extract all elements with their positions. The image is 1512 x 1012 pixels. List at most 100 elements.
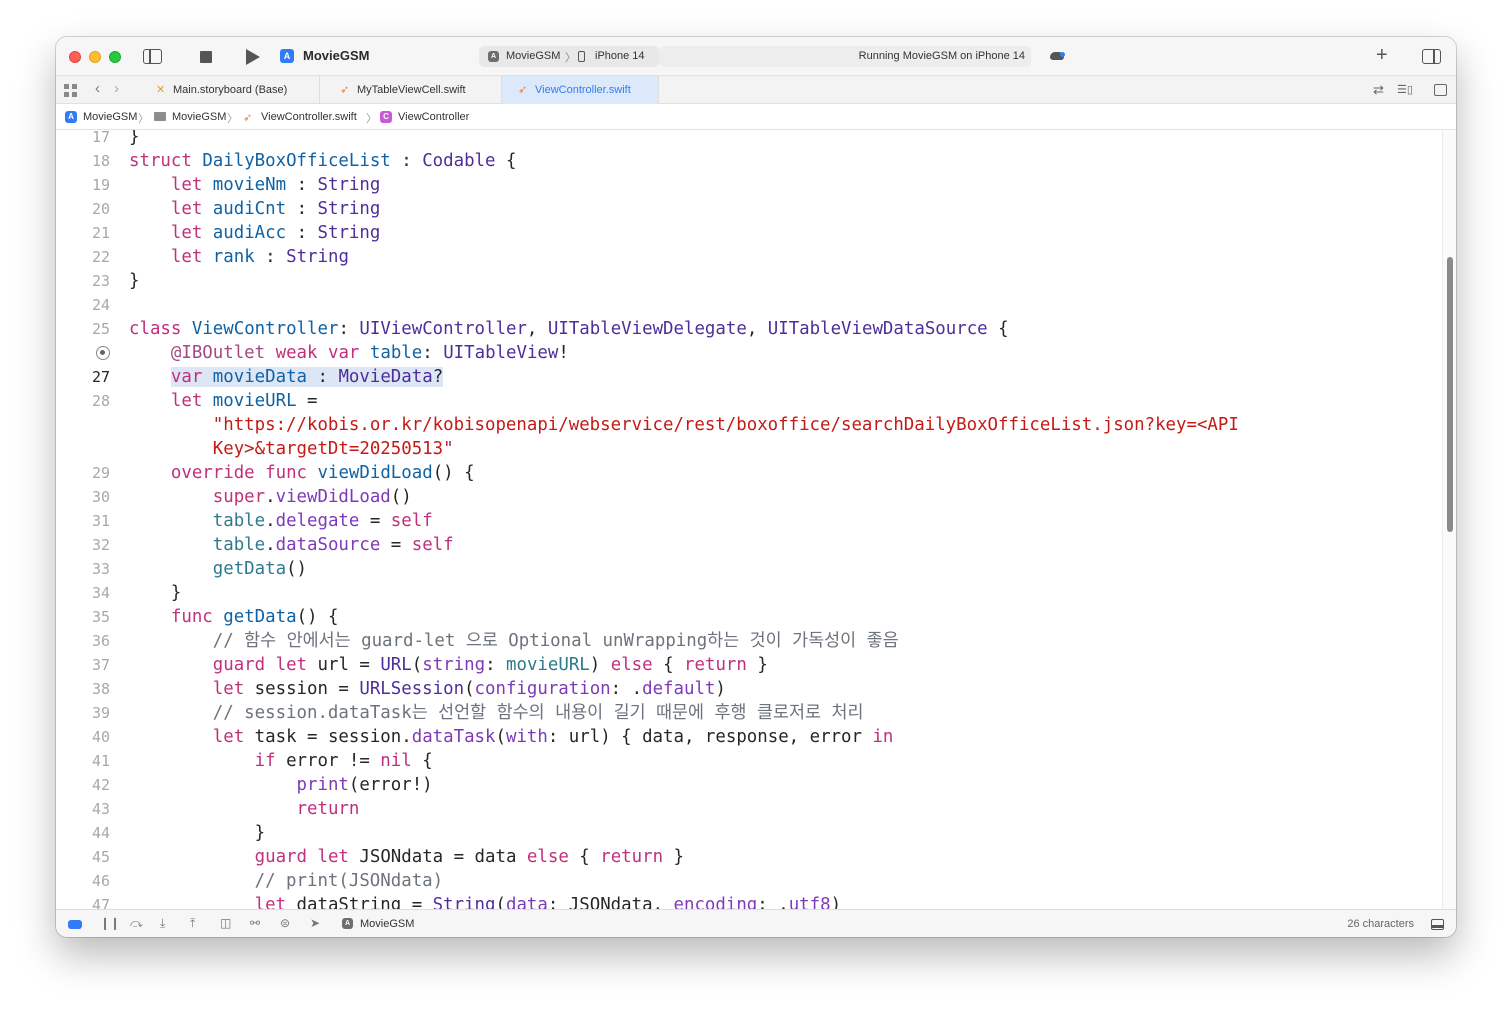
code-line: 21 let audiAcc : String — [56, 221, 1442, 245]
tab-label: Main.storyboard (Base) — [173, 84, 288, 96]
code-line: 46 // print(JSONdata) — [56, 869, 1442, 893]
navigator-toggle-icon[interactable] — [143, 49, 162, 64]
code-line: 31 table.delegate = self — [56, 509, 1442, 533]
inspector-toggle-icon[interactable] — [1422, 49, 1441, 64]
vertical-scrollbar[interactable] — [1442, 130, 1456, 909]
code-text: table.delegate = self — [212, 511, 433, 531]
tab-viewcontroller[interactable]: ➶ ViewController.swift — [502, 76, 659, 104]
step-into-icon[interactable]: ⤓ — [160, 916, 165, 931]
line-number: 39 — [91, 704, 110, 722]
tab-label: MyTableViewCell.swift — [357, 84, 466, 96]
app-icon: A — [342, 918, 353, 929]
code-text: let task = session.dataTask(with: url) {… — [212, 727, 894, 747]
line-number: 24 — [91, 296, 110, 314]
code-text: func getData() { — [170, 607, 339, 627]
add-icon[interactable]: + — [1376, 44, 1388, 66]
environment-overrides-icon[interactable]: ⊜ — [280, 916, 290, 930]
code-line: 29 override func viewDidLoad() { — [56, 461, 1442, 485]
status-text: Running MovieGSM on iPhone 14 — [858, 50, 1025, 62]
code-text: @IBOutlet weak var table: UITableView! — [170, 343, 569, 363]
code-line: 22 let rank : String — [56, 245, 1442, 269]
chevron-left-icon[interactable]: ‹ — [95, 80, 100, 97]
tab-bar: ‹ › ✕ Main.storyboard (Base) ➶ MyTableVi… — [56, 76, 1456, 104]
line-number: 43 — [91, 800, 110, 818]
breadcrumb-project[interactable]: MovieGSM — [83, 111, 137, 123]
swap-icon[interactable]: ⇄ — [1373, 82, 1384, 98]
scheme-app-label[interactable]: MovieGSM — [506, 50, 560, 62]
chevron-right-icon[interactable]: › — [114, 80, 119, 97]
code-text: } — [129, 271, 140, 291]
scrollbar-thumb[interactable] — [1447, 257, 1453, 532]
related-items-icon[interactable] — [64, 84, 77, 97]
code-line: 34 } — [56, 581, 1442, 605]
code-line: 38 let session = URLSession(configuratio… — [56, 677, 1442, 701]
line-number: 37 — [91, 656, 110, 674]
code-text: let dataString = String(data: JSONdata, … — [254, 895, 842, 909]
code-text: let audiCnt : String — [170, 199, 381, 219]
breadcrumb-file[interactable]: ViewController.swift — [261, 111, 357, 123]
scheme-selector[interactable]: A MovieGSM 〉 iPhone 14 — [479, 46, 659, 67]
stop-icon[interactable] — [200, 51, 212, 63]
code-line: @IBOutlet weak var table: UITableView! — [56, 341, 1442, 365]
code-line: 19 let movieNm : String — [56, 173, 1442, 197]
breadcrumb-symbol[interactable]: ViewController — [398, 111, 469, 123]
class-icon: C — [380, 111, 392, 123]
debug-target[interactable]: MovieGSM — [360, 918, 414, 930]
code-line: 43 return — [56, 797, 1442, 821]
line-number: 36 — [91, 632, 110, 650]
console-toggle-icon[interactable] — [68, 920, 82, 929]
code-text: Key>&targetDt=20250513" — [212, 439, 454, 459]
scheme-app-icon: A — [488, 51, 499, 62]
line-number: 47 — [91, 896, 110, 909]
line-number: 18 — [91, 152, 110, 170]
code-text: if error != nil { — [254, 751, 433, 771]
line-number: 23 — [91, 272, 110, 290]
close-window-button[interactable] — [69, 51, 81, 63]
add-editor-icon[interactable] — [1434, 84, 1447, 96]
location-icon[interactable]: ➤ — [310, 916, 320, 930]
code-text: // print(JSONdata) — [254, 871, 444, 891]
activity-status: Running MovieGSM on iPhone 14 — [659, 46, 1031, 67]
toolbar: A MovieGSM A MovieGSM 〉 iPhone 14 Runnin… — [56, 37, 1456, 76]
tab-mytableviewcell[interactable]: ➶ MyTableViewCell.swift — [320, 76, 502, 104]
line-number: 30 — [91, 488, 110, 506]
run-icon[interactable] — [246, 49, 260, 65]
line-number: 29 — [91, 464, 110, 482]
tab-main-storyboard[interactable]: ✕ Main.storyboard (Base) — [136, 76, 320, 104]
memory-graph-icon[interactable]: ⚯ — [250, 916, 260, 930]
code-line: Key>&targetDt=20250513" — [56, 437, 1442, 461]
step-over-icon[interactable]: ⤼ — [130, 916, 143, 931]
line-number: 22 — [91, 248, 110, 266]
code-line: 17} — [56, 130, 1442, 149]
view-hierarchy-icon[interactable]: ◫ — [220, 916, 231, 930]
swift-icon: ➶ — [243, 112, 253, 124]
zoom-window-button[interactable] — [109, 51, 121, 63]
source-editor[interactable]: 17} 18 struct DailyBoxOfficeList : Codabl… — [56, 130, 1442, 909]
editor-options-icon[interactable]: ☰▯ — [1397, 83, 1413, 96]
code-text: } — [129, 130, 140, 147]
code-text: var movieData : MovieData? — [170, 367, 444, 387]
code-text: table.dataSource = self — [212, 535, 454, 555]
debug-area-toggle-icon[interactable] — [1431, 919, 1444, 930]
code-text: class ViewController: UIViewController, … — [129, 319, 1009, 339]
line-number: 44 — [91, 824, 110, 842]
code-text: super.viewDidLoad() — [212, 487, 412, 507]
outlet-connection-icon[interactable] — [96, 346, 110, 360]
line-number: 34 — [91, 584, 110, 602]
scheme-device-label[interactable]: iPhone 14 — [595, 50, 645, 62]
minimize-window-button[interactable] — [89, 51, 101, 63]
pause-icon[interactable]: ❙❙ — [100, 916, 120, 930]
line-number: 21 — [91, 224, 110, 242]
swift-icon: ➶ — [340, 84, 350, 96]
code-line: 23} — [56, 269, 1442, 293]
code-line: 24 — [56, 293, 1442, 317]
line-number: 40 — [91, 728, 110, 746]
code-line: 32 table.dataSource = self — [56, 533, 1442, 557]
iphone-icon — [578, 51, 585, 62]
breadcrumb-folder[interactable]: MovieGSM — [172, 111, 226, 123]
line-number: 20 — [91, 200, 110, 218]
code-line: 37 guard let url = URL(string: movieURL)… — [56, 653, 1442, 677]
code-text: let session = URLSession(configuration: … — [212, 679, 726, 699]
step-out-icon[interactable]: ⤒ — [190, 916, 195, 931]
code-line: 41 if error != nil { — [56, 749, 1442, 773]
